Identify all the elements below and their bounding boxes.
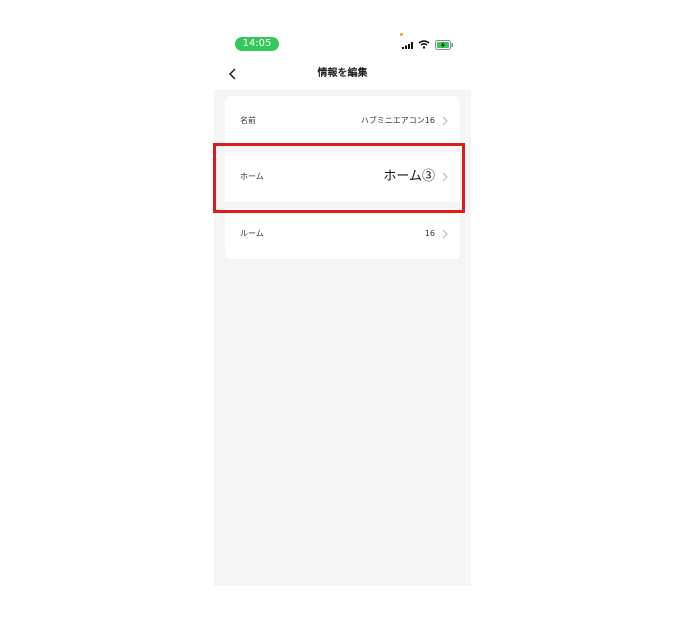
- page-title: 情報を編集: [317, 68, 368, 79]
- settings-list: 名前 ハブミニエアコン16 ホーム ホーム③ ルーム 16: [214, 90, 471, 586]
- row-home-value: ホーム③: [383, 169, 435, 184]
- row-name-value: ハブミニエアコン16: [360, 116, 435, 125]
- chevron-right-icon: [442, 229, 448, 239]
- wifi-icon: [418, 40, 430, 49]
- battery-charging-icon: [435, 40, 453, 50]
- status-bar: 14:05: [214, 28, 471, 58]
- privacy-indicator-dot: [400, 33, 403, 36]
- chevron-right-icon: [442, 172, 448, 182]
- chevron-right-icon: [442, 116, 448, 126]
- row-room-value: 16: [424, 229, 435, 238]
- navigation-bar: 情報を編集: [214, 58, 471, 90]
- row-name-label: 名前: [240, 116, 256, 125]
- row-home[interactable]: ホーム ホーム③: [225, 152, 460, 202]
- status-time: 14:05: [235, 37, 279, 51]
- phone-screen: 14:05 情報を編集 名前 ハブミニエアコン16 ホーム ホーム③ ルーム 1…: [214, 28, 471, 586]
- row-name[interactable]: 名前 ハブミニエアコン16: [225, 96, 460, 146]
- row-room-label: ルーム: [240, 229, 264, 238]
- row-room[interactable]: ルーム 16: [225, 209, 460, 259]
- row-home-label: ホーム: [240, 172, 264, 181]
- signal-icon: [402, 42, 413, 49]
